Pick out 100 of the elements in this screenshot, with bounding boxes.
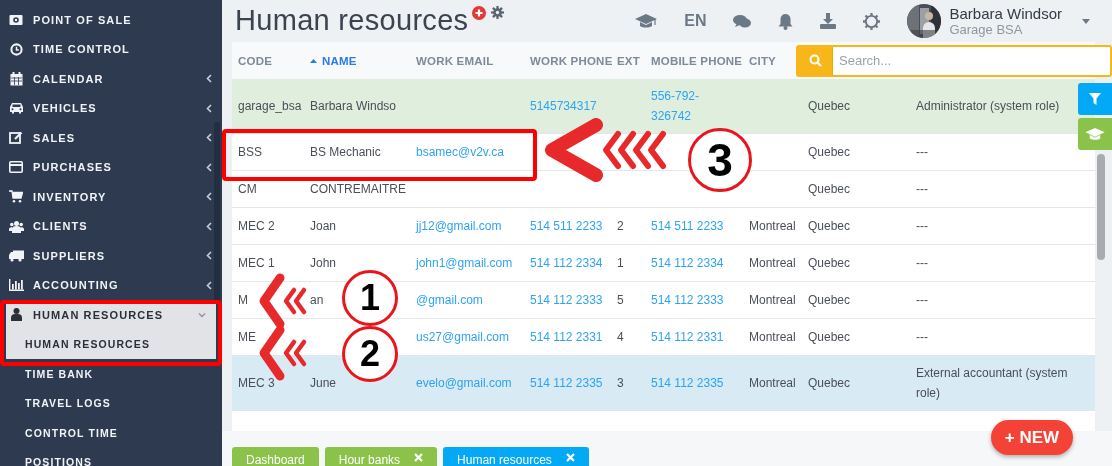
column-header[interactable]: EXT xyxy=(617,54,640,67)
table-cell-text: Quebec xyxy=(808,255,851,272)
link[interactable]: us27@gmail.com xyxy=(416,326,509,348)
sidebar-item[interactable]: CLIENTS xyxy=(0,211,222,241)
link[interactable]: bsamec@v2v.ca xyxy=(416,141,504,163)
table-cell-text: 1 xyxy=(617,255,624,272)
table-cell-text: --- xyxy=(916,144,928,161)
link[interactable]: 514 112 2333 xyxy=(651,290,724,310)
table-cell-text: Montreal xyxy=(749,329,796,346)
sidebar-item[interactable]: ACCOUNTING xyxy=(0,270,222,300)
sidebar-item[interactable]: INVENTORY xyxy=(0,182,222,212)
close-icon[interactable] xyxy=(414,453,424,462)
submenu-item[interactable]: TIME BANK xyxy=(0,359,222,389)
table-cell-text: 5 xyxy=(617,292,624,309)
filter-button[interactable] xyxy=(1078,83,1112,115)
download-icon[interactable] xyxy=(820,13,837,29)
clock-icon xyxy=(9,42,23,56)
filter-icon xyxy=(1089,93,1101,105)
table-cell-text: Quebec xyxy=(808,144,851,161)
settings-icon[interactable] xyxy=(491,6,505,19)
table-cell-text: 4 xyxy=(617,329,624,346)
bar-chart-icon xyxy=(8,279,24,292)
table-cell-text: Quebec xyxy=(808,98,851,115)
table-cell-text: MEC 3 xyxy=(238,375,275,392)
sidebar-item[interactable]: CALENDAR xyxy=(0,64,222,94)
sidebar-item[interactable]: VEHICLES xyxy=(0,93,222,123)
search-field[interactable]: Search... xyxy=(796,44,1112,77)
money-icon xyxy=(9,13,23,26)
tutorial-button[interactable] xyxy=(1078,118,1112,150)
table-cell-text: Administrator (system role) xyxy=(916,98,1060,115)
bell-icon[interactable] xyxy=(778,12,794,30)
table-cell-text: CM xyxy=(238,181,257,198)
graduation-cap-icon xyxy=(1085,127,1105,141)
cart-icon xyxy=(9,190,23,204)
sidebar-item[interactable]: TIME CONTROL xyxy=(0,34,222,64)
link[interactable]: 514 112 2331 xyxy=(651,327,724,347)
car-icon xyxy=(8,102,24,115)
tab[interactable]: Hour banks xyxy=(324,447,438,466)
link[interactable]: 514 511 2233 xyxy=(651,216,724,236)
submenu-item[interactable]: TRAVEL LOGS xyxy=(0,388,222,418)
link[interactable]: 514 112 2335 xyxy=(651,373,724,393)
user-icon xyxy=(10,308,22,322)
search-icon xyxy=(808,54,822,67)
users-icon xyxy=(8,219,24,233)
link[interactable]: john1@gmail.com xyxy=(416,252,513,274)
table-cell-text: Quebec xyxy=(808,329,851,346)
link[interactable]: jj12@gmail.com xyxy=(416,215,502,237)
column-header[interactable]: MOBILE PHONE xyxy=(651,54,743,67)
graduation-cap-icon[interactable] xyxy=(635,13,658,29)
table-cell-text: an xyxy=(310,292,324,309)
link[interactable]: 514 112 2334 xyxy=(530,252,603,274)
tab[interactable]: Human resources xyxy=(443,447,589,466)
link[interactable]: 514 112 2334 xyxy=(651,253,724,273)
sidebar-item[interactable]: POINT OF SALE xyxy=(0,5,222,35)
card-icon xyxy=(9,161,23,174)
scrollbar[interactable] xyxy=(1097,154,1105,260)
table-cell-text: John xyxy=(310,255,337,272)
table-cell-text: CONTREMAITRE xyxy=(310,181,406,198)
link[interactable]: 514 112 2335 xyxy=(530,372,603,394)
column-header[interactable]: CODE xyxy=(238,54,273,67)
link[interactable]: 5145734317 xyxy=(530,95,597,117)
add-icon[interactable] xyxy=(472,6,487,20)
chat-icon[interactable] xyxy=(733,13,752,29)
company-name: Garage BSA xyxy=(949,22,1024,37)
column-header[interactable]: WORK EMAIL xyxy=(416,54,494,67)
column-header[interactable]: WORK PHONE xyxy=(530,54,613,67)
close-icon[interactable] xyxy=(565,453,575,462)
language-button[interactable]: EN xyxy=(684,12,707,30)
column-header[interactable]: CITY xyxy=(749,54,776,67)
table-cell-text: Montreal xyxy=(749,292,796,309)
submenu-item[interactable]: HUMAN RESOURCES xyxy=(6,329,216,359)
link[interactable]: 556-792-326742 xyxy=(651,86,737,126)
submenu-item[interactable]: POSITIONS xyxy=(0,447,222,466)
link[interactable]: evelo@gmail.com xyxy=(416,372,512,394)
edit-icon xyxy=(9,131,23,145)
new-button[interactable]: + NEW xyxy=(991,420,1073,455)
table-cell-text: June xyxy=(310,375,337,392)
settings-icon[interactable] xyxy=(863,12,881,30)
tab[interactable]: Dashboard xyxy=(232,447,319,466)
table-cell-text: --- xyxy=(916,255,928,272)
sidebar-item[interactable]: SUPPLIERS xyxy=(0,241,222,271)
table-cell-text: --- xyxy=(916,181,928,198)
sidebar-item[interactable]: SALES xyxy=(0,123,222,153)
link[interactable]: 514 112 2333 xyxy=(530,289,603,311)
link[interactable]: @gmail.com xyxy=(416,289,483,311)
column-header[interactable]: NAME xyxy=(322,54,357,67)
table-cell-text: Montreal xyxy=(749,375,796,392)
table-cell-text: ME xyxy=(238,329,256,346)
table-cell-text: --- xyxy=(916,292,928,309)
sort-arrow-icon xyxy=(310,58,317,63)
link[interactable]: 514 511 2233 xyxy=(530,215,603,237)
table-cell-text: Quebec xyxy=(808,292,851,309)
table-row[interactable]: garage_bsa Barbara Windso 5145734317 556-792-326742 Quebec Administrator (system role) xyxy=(232,79,1095,134)
table-cell-text: Quebec xyxy=(808,218,851,235)
link[interactable]: 514 112 2331 xyxy=(530,326,603,348)
table-cell-text: M xyxy=(238,292,248,309)
table-cell-text: BSS xyxy=(238,144,262,161)
sidebar-item[interactable]: PURCHASES xyxy=(0,152,222,182)
caret-icon[interactable] xyxy=(1082,18,1090,24)
submenu-item[interactable]: CONTROL TIME xyxy=(0,418,222,448)
